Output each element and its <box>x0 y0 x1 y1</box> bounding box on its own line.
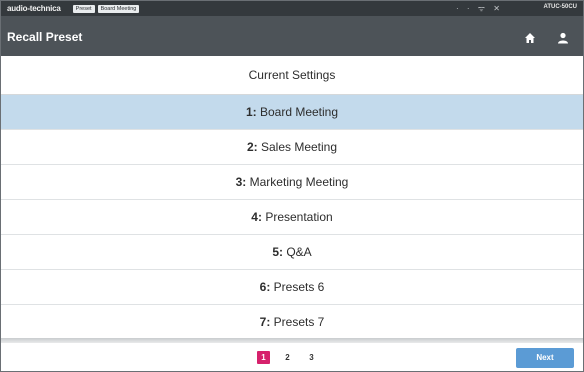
page-button-1[interactable]: 1 <box>257 351 270 364</box>
preset-number: 4: <box>251 210 262 224</box>
home-icon[interactable] <box>524 32 536 44</box>
preset-number: 1: <box>245 105 257 119</box>
pagination: 1 2 3 Next <box>1 343 583 371</box>
user-icon[interactable] <box>557 32 569 44</box>
page-button-3[interactable]: 3 <box>305 351 318 364</box>
preset-row[interactable]: 7: Presets 7 <box>1 305 583 339</box>
preset-row[interactable]: 2: Sales Meeting <box>1 130 583 165</box>
preset-row[interactable]: 4: Presentation <box>1 200 583 235</box>
app-window: audio-technica Preset Board Meeting · · … <box>0 0 584 372</box>
preset-number: 5: <box>272 245 283 259</box>
preset-row[interactable]: 1: Board Meeting <box>1 95 583 130</box>
preset-name: Board Meeting <box>259 105 339 119</box>
preset-name: Presets 6 <box>273 280 325 294</box>
status-bar: audio-technica Preset Board Meeting · · … <box>1 1 583 16</box>
preset-row[interactable]: 5: Q&A <box>1 235 583 270</box>
preset-number: 6: <box>259 280 271 294</box>
status-chip-preset: Preset <box>72 4 95 13</box>
next-button[interactable]: Next <box>516 348 574 368</box>
preset-row[interactable]: 6: Presets 6 <box>1 270 583 305</box>
status-chip-preset-name: Board Meeting <box>97 4 140 13</box>
title-bar: Recall Preset <box>1 16 583 56</box>
preset-number: 3: <box>235 175 247 189</box>
preset-number: 7: <box>259 315 271 329</box>
status-icons: · · ᯤ ✕ <box>456 4 504 13</box>
preset-name: Marketing Meeting <box>249 175 349 189</box>
preset-list: 1: Board Meeting 2: Sales Meeting 3: Mar… <box>1 95 583 339</box>
preset-name: Presentation <box>265 210 333 224</box>
device-id: ATUC-50CU <box>543 4 577 10</box>
preset-row[interactable]: 3: Marketing Meeting <box>1 165 583 200</box>
preset-name: Q&A <box>286 245 312 259</box>
preset-name: Presets 7 <box>273 315 325 329</box>
preset-number: 2: <box>246 140 258 154</box>
current-settings-row[interactable]: Current Settings <box>1 56 583 95</box>
page-button-2[interactable]: 2 <box>281 351 294 364</box>
brand-logo: audio-technica <box>7 4 61 13</box>
preset-name: Sales Meeting <box>260 140 338 154</box>
page-title: Recall Preset <box>7 30 83 44</box>
